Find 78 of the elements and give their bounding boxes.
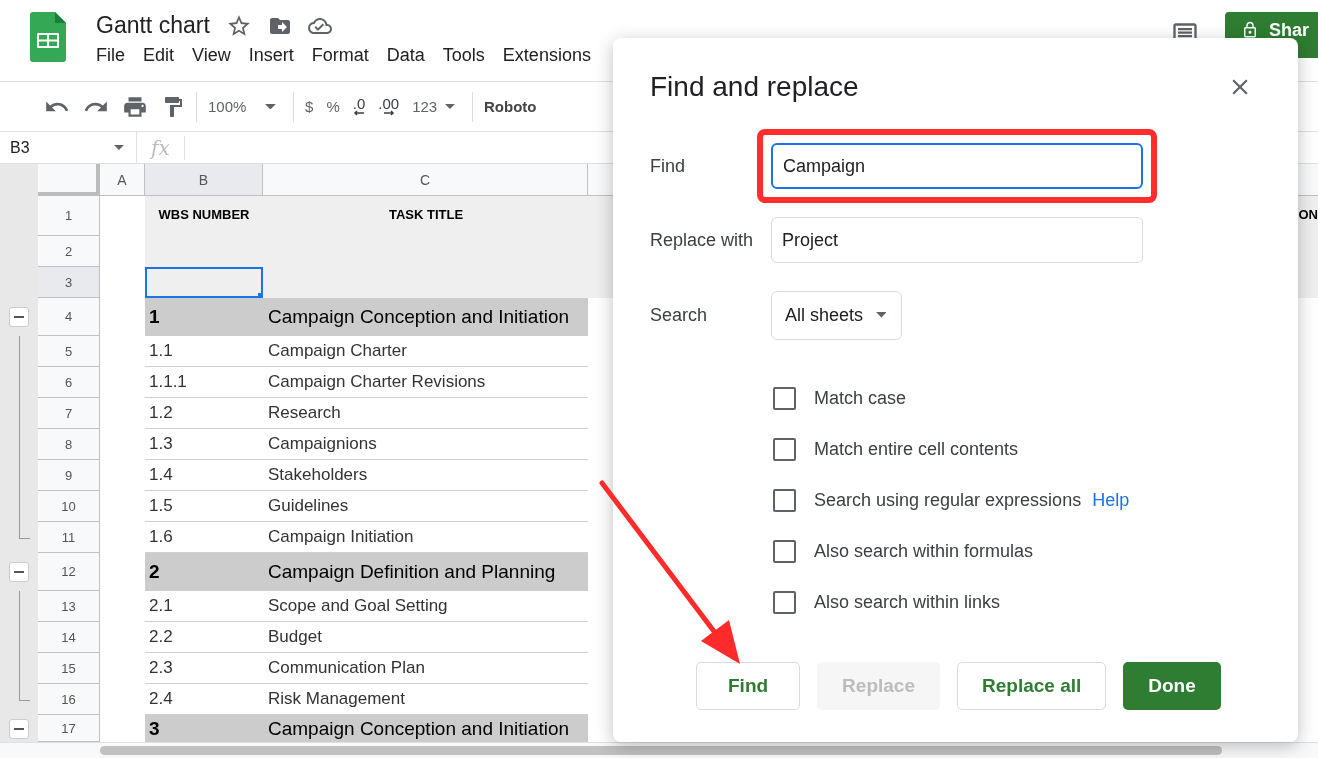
table-cell: Campaign Conception and Initiation bbox=[263, 715, 588, 742]
caret-icon bbox=[445, 103, 456, 109]
field-label: Search bbox=[650, 304, 709, 326]
checkbox[interactable] bbox=[773, 489, 796, 512]
arrow-right-icon bbox=[382, 110, 395, 116]
menu-item[interactable]: Data bbox=[386, 45, 425, 66]
dialog-title: Find and replace bbox=[650, 71, 859, 103]
zoom-dropdown[interactable]: 100% bbox=[206, 98, 285, 115]
table-cell: 1 bbox=[145, 298, 263, 336]
checkbox-label: Also search within links bbox=[814, 592, 1001, 613]
row-number[interactable]: 9 bbox=[38, 460, 100, 491]
caret-icon bbox=[114, 144, 125, 150]
row-number[interactable]: 3 bbox=[38, 267, 100, 298]
row-number[interactable]: 16 bbox=[38, 684, 100, 715]
row-number[interactable]: 5 bbox=[38, 336, 100, 367]
column-header[interactable]: C bbox=[263, 164, 588, 196]
checkbox-label: Search using regular expressions bbox=[814, 490, 1082, 511]
menu-item[interactable]: Insert bbox=[248, 45, 294, 66]
increase-decimal-button[interactable]: .00 bbox=[376, 97, 402, 116]
font-dropdown[interactable]: Roboto bbox=[481, 98, 539, 115]
menu-item[interactable]: Tools bbox=[442, 45, 485, 66]
search-scope-dropdown[interactable]: All sheets bbox=[771, 290, 902, 340]
row-number[interactable]: 1 bbox=[38, 196, 100, 236]
currency-button[interactable]: $ bbox=[303, 98, 316, 115]
find-field[interactable]: Campaign bbox=[771, 143, 1143, 189]
row-number[interactable]: 15 bbox=[38, 653, 100, 684]
menu-item[interactable]: Extensions bbox=[502, 45, 591, 66]
row-number[interactable]: 6 bbox=[38, 367, 100, 398]
table-cell: 3 bbox=[145, 715, 263, 742]
caret-icon bbox=[264, 103, 276, 110]
row-number[interactable]: 2 bbox=[38, 236, 100, 267]
caret-icon bbox=[875, 312, 887, 318]
menu-item[interactable]: Format bbox=[311, 45, 369, 66]
help-link[interactable]: Help bbox=[1092, 490, 1130, 511]
field-label: Find bbox=[650, 155, 686, 177]
dialog-button[interactable]: Find bbox=[696, 662, 801, 710]
table-cell: Campaign Conception and Initiation bbox=[263, 298, 588, 336]
row-number[interactable]: 10 bbox=[38, 491, 100, 522]
number-format-dropdown[interactable]: 123 bbox=[410, 98, 463, 115]
percent-button[interactable]: % bbox=[324, 98, 342, 115]
row-number[interactable]: 11 bbox=[38, 522, 100, 553]
checkbox-label: Also search within formulas bbox=[814, 541, 1034, 562]
checkbox[interactable] bbox=[773, 387, 796, 410]
checkbox-label: Match case bbox=[814, 388, 907, 409]
row-number[interactable]: 4 bbox=[38, 298, 100, 336]
done-button[interactable]: Done bbox=[1123, 662, 1221, 710]
menu-item[interactable]: View bbox=[192, 45, 231, 66]
table-cell: TASK TITLE bbox=[263, 196, 588, 236]
column-header[interactable]: B bbox=[145, 164, 263, 196]
replace-field[interactable]: Project bbox=[771, 217, 1143, 263]
arrow-left-icon bbox=[353, 110, 366, 116]
row-number[interactable]: 14 bbox=[38, 622, 100, 653]
table-cell: Campaign Definition and Planning bbox=[263, 553, 588, 591]
name-box[interactable]: B3 bbox=[0, 132, 137, 163]
document-title[interactable]: Gantt chart bbox=[96, 12, 210, 39]
checkbox[interactable] bbox=[773, 438, 796, 461]
table-cell: WBS NUMBER bbox=[145, 196, 263, 236]
field-label: Replace with bbox=[650, 229, 755, 251]
checkbox[interactable] bbox=[773, 591, 796, 614]
decrease-decimal-button[interactable]: .0 bbox=[350, 97, 368, 116]
row-number[interactable]: 12 bbox=[38, 553, 100, 591]
row-number[interactable]: 8 bbox=[38, 429, 100, 460]
table-cell: 2 bbox=[145, 553, 263, 591]
sheets-logo bbox=[30, 12, 66, 62]
column-header[interactable]: A bbox=[100, 164, 145, 196]
checkbox-label: Match entire cell contents bbox=[814, 439, 1019, 460]
horizontal-scrollbar[interactable] bbox=[0, 742, 1318, 758]
dialog-button[interactable]: Replace all bbox=[957, 662, 1107, 710]
collapse-group-button[interactable] bbox=[9, 719, 29, 739]
menu-item[interactable]: File bbox=[96, 45, 125, 66]
menu-item[interactable]: Edit bbox=[143, 45, 175, 66]
collapse-group-button[interactable] bbox=[9, 307, 29, 327]
checkbox[interactable] bbox=[773, 540, 796, 563]
row-number[interactable]: 17 bbox=[38, 715, 100, 742]
formula-label: fx bbox=[137, 135, 185, 160]
row-number[interactable]: 7 bbox=[38, 398, 100, 429]
row-number[interactable]: 13 bbox=[38, 591, 100, 622]
collapse-group-button[interactable] bbox=[9, 562, 29, 582]
